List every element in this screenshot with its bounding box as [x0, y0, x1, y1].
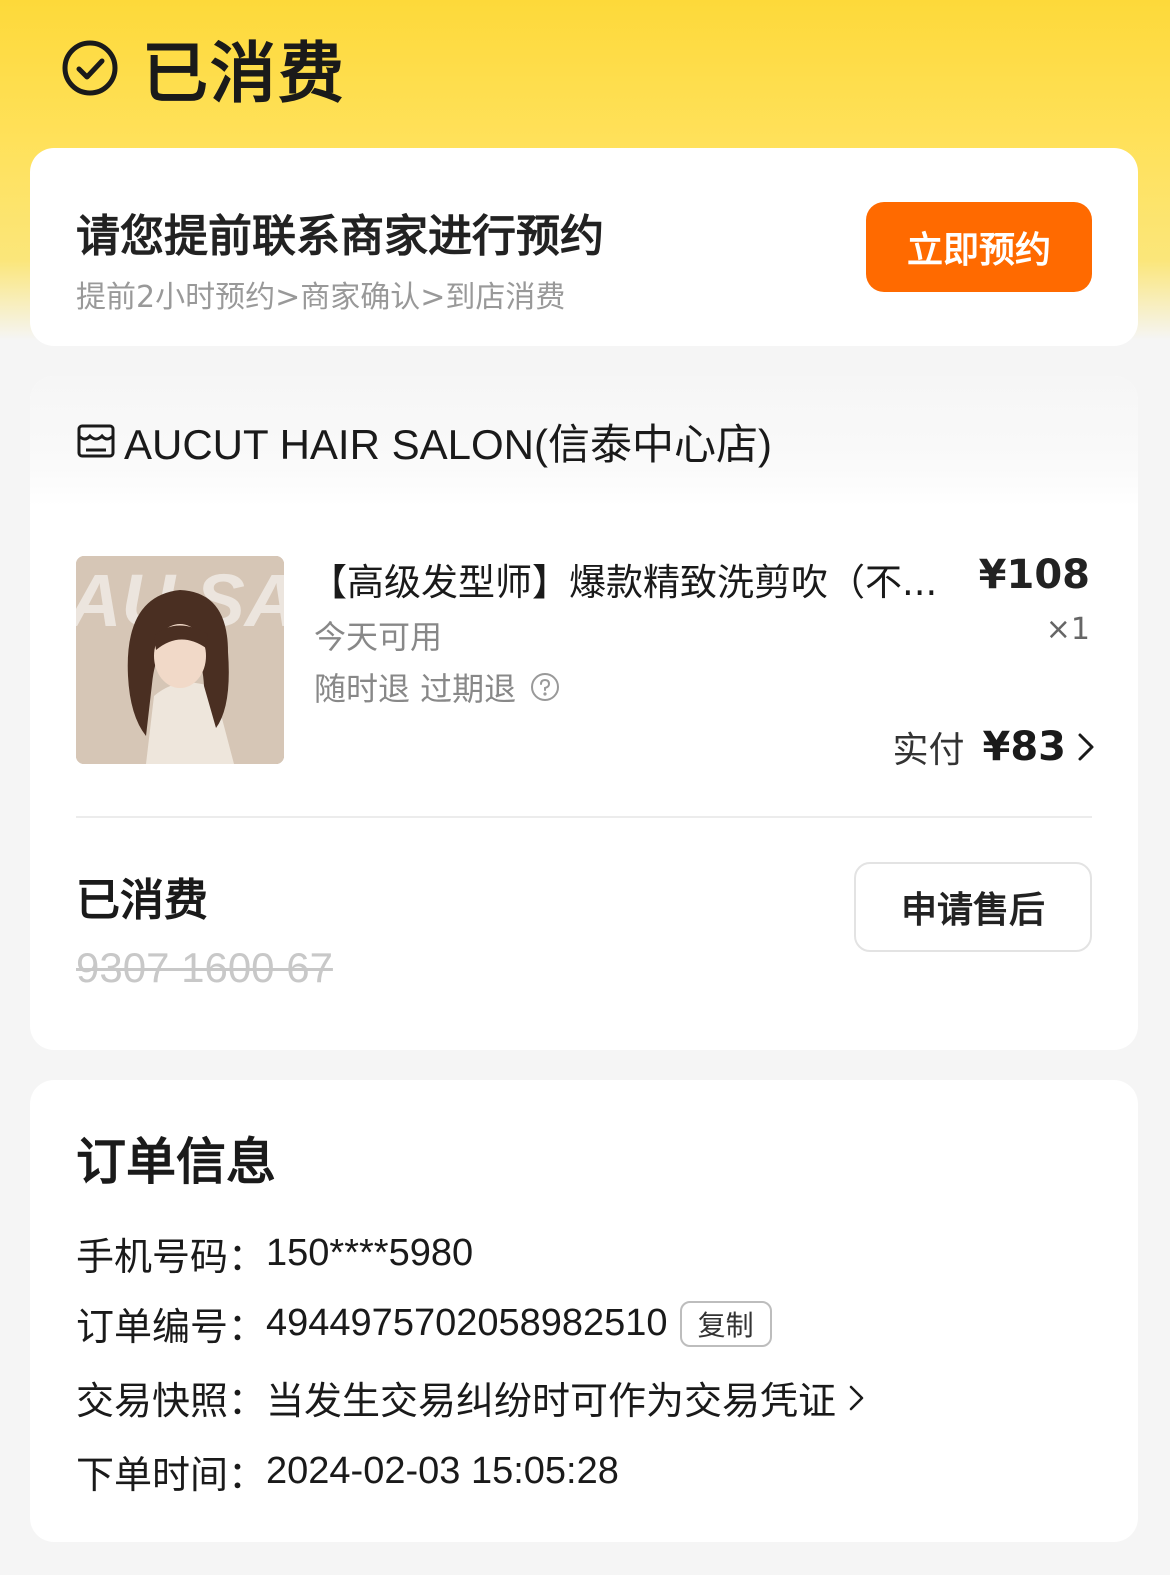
- chevron-right-icon: [849, 1385, 864, 1410]
- snapshot-value: 当发生交易纠纷时可作为交易凭证: [266, 1379, 837, 1423]
- product-thumbnail[interactable]: AU SAL: [76, 556, 284, 764]
- refund-policy: 随时退 过期退: [314, 664, 560, 710]
- after-sale-button[interactable]: 申请售后: [854, 862, 1092, 952]
- paid-value: ¥83: [982, 724, 1067, 770]
- order-info-card: 订单信息 手机号码： 150****5980 订单编号： 49449757020…: [30, 1080, 1138, 1542]
- order-info-title: 订单信息: [76, 1133, 276, 1191]
- product-price: ¥108: [978, 552, 1090, 598]
- order-number-label: 订单编号：: [76, 1305, 267, 1349]
- voucher-status: 已消费: [76, 875, 208, 926]
- product-name[interactable]: 【高级发型师】爆款精致洗剪吹（不...: [310, 552, 937, 606]
- refund-policy-text: 随时退 过期退: [314, 670, 517, 708]
- voucher-code: 9307 1600 67: [76, 944, 333, 991]
- reservation-title: 请您提前联系商家进行预约: [76, 211, 604, 262]
- phone-value: 150****5980: [266, 1232, 474, 1274]
- shop-name: AUCUT HAIR SALON(信泰中心店): [124, 420, 772, 468]
- product-availability: 今天可用: [314, 618, 443, 656]
- order-time-value: 2024-02-03 15:05:28: [266, 1450, 619, 1492]
- phone-label: 手机号码：: [76, 1235, 267, 1279]
- product-quantity: ×1: [1045, 612, 1090, 647]
- snapshot-row[interactable]: 交易快照： 当发生交易纠纷时可作为交易凭证: [76, 1370, 868, 1425]
- status-header: 已消费: [60, 28, 346, 112]
- divider: [76, 816, 1092, 818]
- order-number-value: 4944975702058982510: [266, 1302, 668, 1344]
- order-time-label: 下单时间：: [76, 1453, 267, 1497]
- snapshot-label: 交易快照：: [76, 1379, 267, 1423]
- reservation-steps: 提前2小时预约>商家确认>到店消费: [76, 280, 566, 315]
- paid-label: 实付: [892, 730, 965, 771]
- reserve-now-button[interactable]: 立即预约: [866, 202, 1092, 292]
- copy-button[interactable]: 复制: [679, 1300, 772, 1347]
- product-image: AU SAL: [76, 556, 284, 764]
- help-icon[interactable]: [530, 672, 560, 702]
- phone-row: 手机号码： 150****5980: [76, 1226, 473, 1281]
- paid-amount-row[interactable]: 实付 ¥83: [892, 721, 1098, 773]
- shop-header[interactable]: AUCUT HAIR SALON(信泰中心店): [30, 376, 1138, 506]
- chevron-right-icon: [1078, 733, 1094, 761]
- status-title: 已消费: [142, 35, 346, 112]
- reservation-card: 请您提前联系商家进行预约 提前2小时预约>商家确认>到店消费 立即预约: [30, 148, 1138, 346]
- order-item-card: AUCUT HAIR SALON(信泰中心店) AU SAL 【高级发型师】爆款…: [30, 376, 1138, 1050]
- order-number-row: 订单编号： 4944975702058982510 复制: [76, 1296, 772, 1351]
- order-time-row: 下单时间： 2024-02-03 15:05:28: [76, 1444, 619, 1499]
- order-detail-page: 已消费 请您提前联系商家进行预约 提前2小时预约>商家确认>到店消费 立即预约 …: [0, 0, 1170, 1575]
- check-circle-icon: [62, 40, 118, 96]
- store-icon: [77, 424, 115, 458]
